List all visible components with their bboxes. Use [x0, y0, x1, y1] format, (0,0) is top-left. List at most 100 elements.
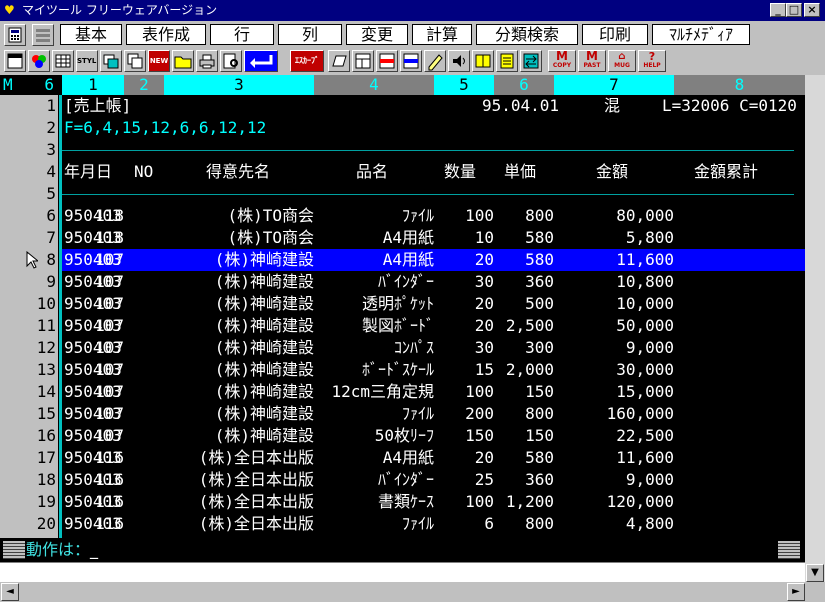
table-row[interactable]: 950403 118 (株)TO商会 ﾌｧｲﾙ 100 800 80,000: [0, 205, 805, 227]
scroll-down-arrow-icon[interactable]: ▼: [806, 564, 824, 582]
table-row[interactable]: 950403 107 (株)神崎建設 製図ﾎﾞｰﾄﾞ 20 2,500 50,000: [0, 315, 805, 337]
column-header-7[interactable]: 7: [554, 75, 674, 95]
note-icon[interactable]: [328, 50, 350, 72]
row-number[interactable]: 3: [0, 139, 58, 161]
cell-no[interactable]: 107: [95, 425, 124, 447]
scroll-left-arrow-icon[interactable]: ◄: [1, 583, 19, 601]
cell-price[interactable]: 150: [525, 425, 554, 447]
cell-no[interactable]: 107: [95, 403, 124, 425]
cell-item[interactable]: 50枚ﾘｰﾌ: [375, 425, 434, 447]
cell-qty[interactable]: 20: [475, 249, 494, 271]
cell-item[interactable]: A4用紙: [383, 227, 434, 249]
cell-amount[interactable]: 22,500: [616, 425, 674, 447]
menu-column[interactable]: 列: [278, 24, 342, 45]
cell-amount[interactable]: 10,000: [616, 293, 674, 315]
cell-amount[interactable]: 11,600: [616, 447, 674, 469]
m-copy-button[interactable]: M COPY: [548, 50, 576, 72]
cell-customer[interactable]: (株)全日本出版: [199, 491, 314, 513]
cell-item[interactable]: A4用紙: [383, 249, 434, 271]
table-row[interactable]: 950403 107 (株)神崎建設 ｺﾝﾊﾟｽ 30 300 9,000: [0, 337, 805, 359]
cell-item[interactable]: ﾌｧｲﾙ: [402, 513, 434, 535]
cell-amount[interactable]: 5,800: [626, 227, 674, 249]
table-row[interactable]: 950403 107 (株)神崎建設 12cm三角定規 100 150 15,000: [0, 381, 805, 403]
enter-icon[interactable]: [244, 50, 278, 72]
cell-customer[interactable]: (株)全日本出版: [199, 447, 314, 469]
mug-button[interactable]: ⌂ MUG: [608, 50, 636, 72]
vertical-scrollbar[interactable]: ▼: [805, 75, 825, 582]
cell-item[interactable]: A4用紙: [383, 447, 434, 469]
cell-customer[interactable]: (株)TO商会: [227, 205, 314, 227]
cell-customer[interactable]: (株)神崎建設: [215, 425, 314, 447]
cell-item[interactable]: ﾊﾞｲﾝﾀﾞｰ: [378, 469, 434, 491]
horizontal-scrollbar[interactable]: ◄ ►: [0, 582, 825, 602]
cell-item[interactable]: ﾊﾞｲﾝﾀﾞｰ: [378, 271, 434, 293]
cell-customer[interactable]: (株)TO商会: [227, 227, 314, 249]
column-header-8[interactable]: 8: [674, 75, 805, 95]
cell-customer[interactable]: (株)神崎建設: [215, 315, 314, 337]
delete-row-icon[interactable]: [400, 50, 422, 72]
cell-no[interactable]: 107: [95, 315, 124, 337]
memo-icon[interactable]: [496, 50, 518, 72]
table-row[interactable]: 950403 107 (株)神崎建設 ﾎﾞｰﾄﾞｽｹｰﾙ 15 2,000 30,000: [0, 359, 805, 381]
cell-price[interactable]: 1,200: [506, 491, 554, 513]
row-number[interactable]: 4: [0, 161, 58, 183]
layout-icon[interactable]: [352, 50, 374, 72]
cell-item[interactable]: ﾎﾞｰﾄﾞｽｹｰﾙ: [362, 359, 434, 381]
cell-amount[interactable]: 10,800: [616, 271, 674, 293]
cell-amount[interactable]: 50,000: [616, 315, 674, 337]
cell-no[interactable]: 116: [95, 491, 124, 513]
calculator-icon[interactable]: [4, 24, 26, 46]
cell-price[interactable]: 360: [525, 271, 554, 293]
folder-icon[interactable]: [172, 50, 194, 72]
cell-customer[interactable]: (株)神崎建設: [215, 271, 314, 293]
cell-amount[interactable]: 9,000: [626, 337, 674, 359]
row-number[interactable]: 2: [0, 117, 58, 139]
cell-amount[interactable]: 30,000: [616, 359, 674, 381]
column-header-2[interactable]: 2: [124, 75, 164, 95]
cell-price[interactable]: 500: [525, 293, 554, 315]
cell-no[interactable]: 116: [95, 447, 124, 469]
input-area[interactable]: [0, 562, 805, 583]
table-row[interactable]: 950403 107 (株)神崎建設 ﾌｧｲﾙ 200 800 160,000: [0, 403, 805, 425]
book-icon[interactable]: [472, 50, 494, 72]
pencil-icon[interactable]: [424, 50, 446, 72]
left-grip-icon[interactable]: [3, 541, 25, 559]
cell-qty[interactable]: 100: [465, 381, 494, 403]
cell-no[interactable]: 107: [95, 271, 124, 293]
cell-price[interactable]: 800: [525, 403, 554, 425]
column-header-1[interactable]: 1: [62, 75, 124, 95]
close-button[interactable]: ×: [804, 3, 820, 17]
cell-qty[interactable]: 30: [475, 271, 494, 293]
style-button[interactable]: STYLE: [76, 50, 98, 72]
column-header-6[interactable]: 6: [494, 75, 554, 95]
m-paste-button[interactable]: M PAST: [578, 50, 606, 72]
menu-table-create[interactable]: 表作成: [126, 24, 206, 45]
cell-customer[interactable]: (株)神崎建設: [215, 249, 314, 271]
table-row[interactable]: 950403 118 (株)TO商会 A4用紙 10 580 5,800: [0, 227, 805, 249]
cell-qty[interactable]: 10: [475, 227, 494, 249]
ezcard-button[interactable]: ｴｽｶｰﾌﾞ: [290, 50, 324, 72]
cell-no[interactable]: 107: [95, 293, 124, 315]
cell-customer[interactable]: (株)神崎建設: [215, 381, 314, 403]
help-button[interactable]: ? HELP: [638, 50, 666, 72]
menu-row[interactable]: 行: [210, 24, 274, 45]
table-row[interactable]: 950403 107 (株)神崎建設 ﾊﾞｲﾝﾀﾞｰ 30 360 10,800: [0, 271, 805, 293]
cell-qty[interactable]: 6: [484, 513, 494, 535]
cell-amount[interactable]: 4,800: [626, 513, 674, 535]
cell-customer[interactable]: (株)神崎建設: [215, 337, 314, 359]
scroll-right-arrow-icon[interactable]: ►: [787, 583, 805, 601]
menu-change[interactable]: 変更: [346, 24, 408, 45]
cell-item[interactable]: 12cm三角定規: [331, 381, 434, 403]
cell-price[interactable]: 2,000: [506, 359, 554, 381]
cell-price[interactable]: 800: [525, 513, 554, 535]
minimize-button[interactable]: _: [770, 3, 786, 17]
table-row[interactable]: 950403 107 (株)神崎建設 透明ﾎﾟｹｯﾄ 20 500 10,000: [0, 293, 805, 315]
cell-amount[interactable]: 120,000: [607, 491, 674, 513]
cell-price[interactable]: 580: [525, 249, 554, 271]
cell-price[interactable]: 580: [525, 447, 554, 469]
cell-amount[interactable]: 9,000: [626, 469, 674, 491]
cell-amount[interactable]: 11,600: [616, 249, 674, 271]
cell-qty[interactable]: 20: [475, 315, 494, 337]
menu-print[interactable]: 印刷: [582, 24, 648, 45]
grid-icon[interactable]: [52, 50, 74, 72]
